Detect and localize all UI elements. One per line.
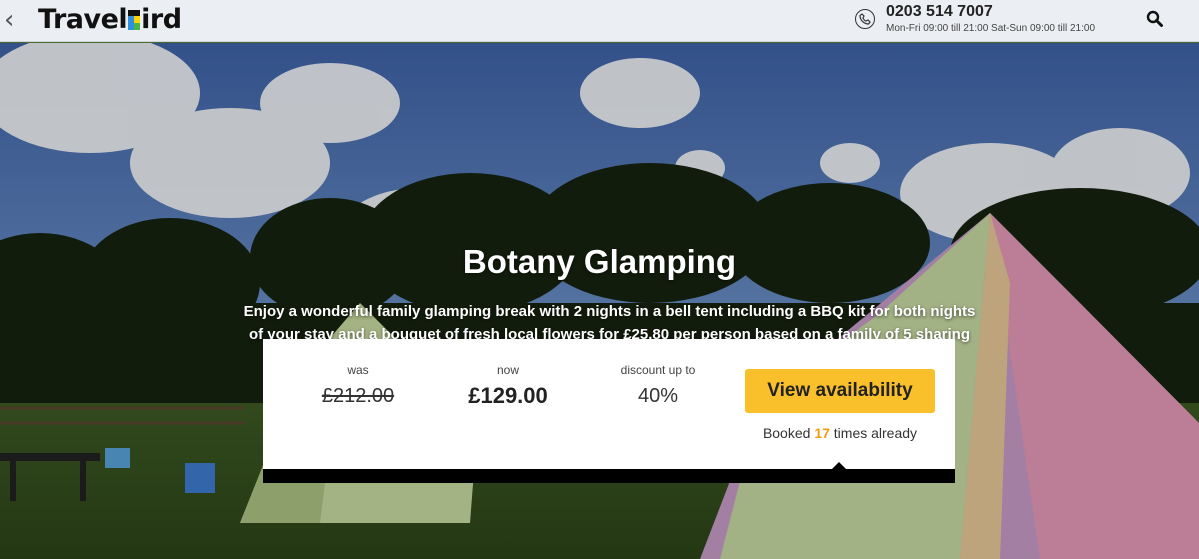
view-availability-button[interactable]: View availability: [745, 369, 935, 413]
booked-count: 17: [814, 425, 830, 441]
travelbird-logo[interactable]: Travel ird: [38, 4, 182, 36]
was-price: £212.00: [321, 385, 395, 407]
now-label: now: [496, 363, 519, 377]
price-card: was £212.00 now £129.00 discount up to 4…: [263, 339, 955, 469]
phone-number[interactable]: 0203 514 7007: [886, 3, 993, 21]
now-price: £129.00: [468, 383, 548, 408]
discount-column: discount up to 40%: [603, 363, 713, 408]
chevron-left-icon: ‹: [4, 5, 15, 35]
logo-b-mark: [128, 10, 141, 30]
caret-up-icon: [831, 462, 847, 470]
price-card-footer-bar: [263, 469, 955, 483]
was-price-column: was £212.00: [303, 363, 413, 408]
search-icon[interactable]: [1146, 10, 1164, 28]
back-button[interactable]: ‹: [4, 7, 20, 33]
discount-value: 40%: [637, 385, 679, 407]
now-price-column: now £129.00: [453, 363, 563, 409]
phone-icon: [855, 9, 875, 29]
phone-hours: Mon-Fri 09:00 till 21:00 Sat-Sun 09:00 t…: [886, 23, 1096, 34]
discount-label: discount up to: [620, 363, 696, 377]
offer-title: Botany Glamping: [462, 243, 737, 280]
was-label: was: [347, 363, 369, 377]
booked-count-text: Booked 17 times already: [762, 425, 918, 441]
top-header: ‹ Travel ird 0203 514 7007 Mon-Fri 09:00 …: [0, 0, 1199, 42]
